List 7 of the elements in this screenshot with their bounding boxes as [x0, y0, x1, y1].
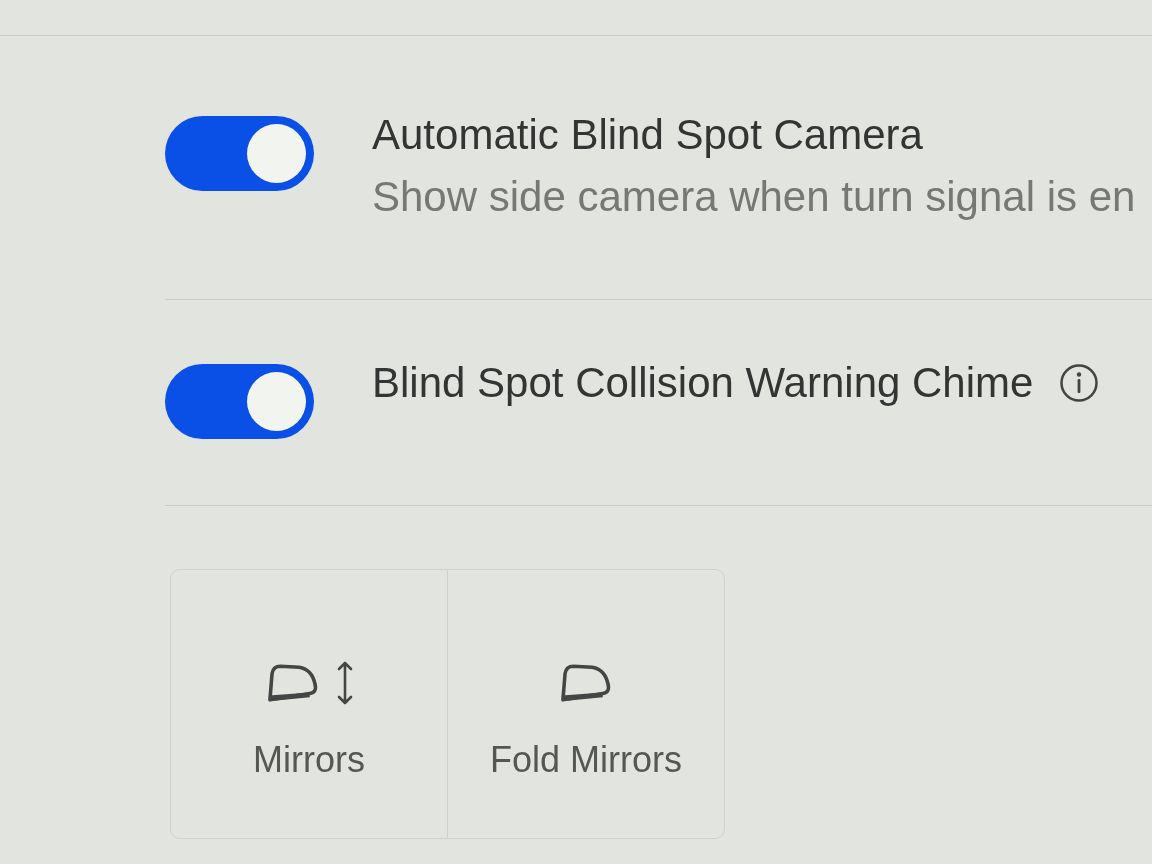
up-down-arrow-icon [337, 659, 353, 707]
setting-title: Blind Spot Collision Warning Chime [372, 359, 1034, 407]
setting-description: Show side camera when turn signal is en [372, 173, 1136, 221]
info-icon[interactable] [1059, 363, 1100, 403]
mirror-button[interactable]: Fold Mirrors [448, 570, 724, 838]
mirror-button[interactable]: Mirrors [171, 570, 448, 838]
setting-title: Automatic Blind Spot Camera [372, 111, 923, 159]
